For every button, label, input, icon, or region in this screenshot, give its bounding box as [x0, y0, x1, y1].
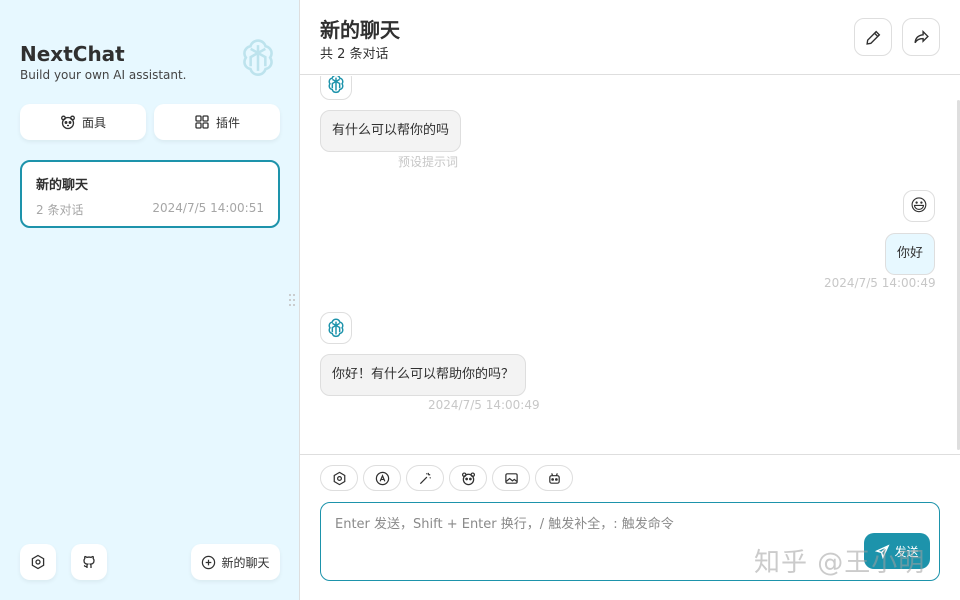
openai-logo-icon: [328, 76, 344, 94]
chat-subtitle: 共 2 条对话: [320, 47, 389, 62]
chat-item-title: 新的聊天: [36, 178, 89, 193]
plugin-button-label: 插件: [215, 115, 240, 130]
github-button[interactable]: [71, 544, 107, 580]
edit-icon: [865, 30, 880, 45]
image-action[interactable]: [492, 465, 530, 491]
theme-action[interactable]: [363, 465, 401, 491]
mask-button[interactable]: 面具: [20, 104, 146, 140]
user-message-bubble: 你好: [885, 233, 936, 275]
new-chat-button[interactable]: 新的聊天: [191, 544, 280, 580]
chat-main: 新的聊天 共 2 条对话 有什么可以帮你的吗 预设提示词 😃 你好 2024/7…: [300, 0, 960, 600]
new-chat-label: 新的聊天: [221, 555, 270, 570]
prompt-action[interactable]: [406, 465, 444, 491]
plugin-button[interactable]: 插件: [154, 104, 280, 140]
github-icon: [83, 555, 95, 568]
image-icon: [504, 472, 518, 484]
share-button[interactable]: [902, 18, 940, 56]
text-style-icon: [375, 471, 389, 485]
chat-list-item[interactable]: 新的聊天 2 条对话 2024/7/5 14:00:51: [20, 160, 280, 228]
chat-settings-action[interactable]: [320, 465, 358, 491]
settings-icon: [333, 471, 345, 485]
user-avatar: 😃: [903, 190, 935, 222]
app-title: NextChat: [20, 42, 125, 66]
mask-action[interactable]: [449, 465, 487, 491]
mask-icon: [461, 471, 475, 485]
mask-button-label: 面具: [81, 115, 106, 130]
magic-wand-icon: [419, 472, 431, 484]
bot-avatar: [320, 312, 352, 344]
chat-header: 新的聊天 共 2 条对话: [300, 0, 960, 75]
openai-logo-icon: [328, 318, 344, 338]
robot-action[interactable]: [535, 465, 573, 491]
message-timestamp: 2024/7/5 14:00:49: [428, 398, 540, 412]
chat-item-date: 2024/7/5 14:00:51: [152, 201, 264, 215]
edit-button[interactable]: [854, 18, 892, 56]
mask-icon: [61, 115, 75, 130]
robot-icon: [548, 472, 560, 484]
sidebar-drag-handle[interactable]: [287, 292, 297, 308]
bot-avatar: [320, 76, 352, 100]
chat-item-count: 2 条对话: [36, 203, 84, 217]
message-timestamp: 2024/7/5 14:00:49: [824, 276, 936, 290]
bot-message-bubble: 你好！有什么可以帮助你的吗？: [320, 354, 527, 396]
message-list: 有什么可以帮你的吗 预设提示词 😃 你好 2024/7/5 14:00:49 你…: [300, 76, 960, 454]
openai-logo-icon: [236, 36, 280, 80]
settings-button[interactable]: [20, 544, 56, 580]
watermark: 知乎 @王小明: [754, 548, 926, 578]
plugin-grid-icon: [195, 115, 209, 129]
settings-icon: [31, 554, 45, 570]
message-meta: 预设提示词: [398, 155, 459, 169]
bot-message-bubble: 有什么可以帮你的吗: [320, 110, 462, 152]
share-icon: [913, 29, 929, 43]
chat-title[interactable]: 新的聊天: [320, 14, 400, 43]
add-circle-icon: [202, 555, 216, 569]
sidebar: NextChat Build your own AI assistant. 面具…: [0, 0, 300, 600]
app-subtitle: Build your own AI assistant.: [20, 68, 187, 82]
